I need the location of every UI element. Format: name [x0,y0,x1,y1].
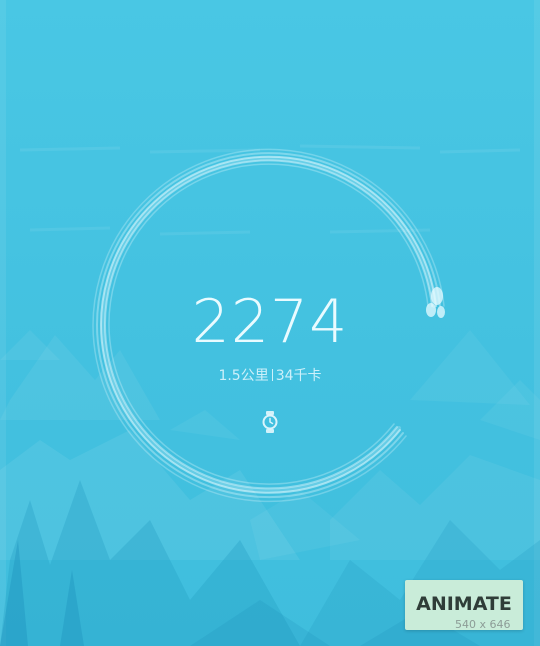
separator [271,369,273,381]
dimensions-label: 540 x 646 [455,618,511,631]
watch-icon[interactable] [260,410,280,434]
distance-value: 1.5公里 [218,368,269,384]
step-count: 2274 [191,287,349,357]
calories-value: 34千卡 [275,368,322,384]
step-summary: 1.5公里 34千卡 [0,366,540,386]
step-counter-screen: 2274 1.5公里 34千卡 ANIMATE 540 x 646 [0,0,540,646]
